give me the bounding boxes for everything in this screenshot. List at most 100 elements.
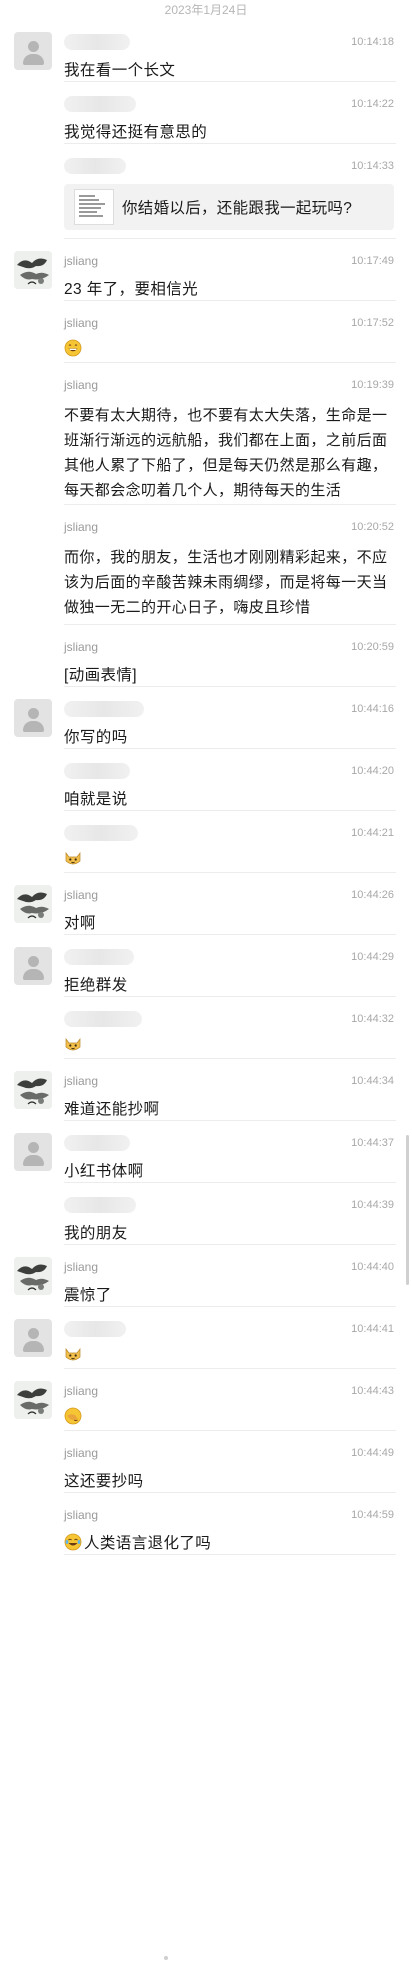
message-row[interactable]: jsliang 10:44:59 人类语言退化了吗 (0, 1493, 412, 1555)
avatar[interactable] (14, 1257, 52, 1295)
message-row[interactable]: jsliang 10:44:43 (0, 1369, 412, 1431)
message-row[interactable]: jsliang 10:44:40 震惊了 (0, 1245, 412, 1307)
avatar[interactable] (14, 1071, 52, 1109)
timestamp: 10:14:18 (351, 36, 394, 48)
avatar[interactable] (14, 32, 52, 70)
timestamp: 10:20:59 (351, 641, 394, 653)
sender-name: jsliang (64, 316, 99, 330)
cat-emoji-icon (64, 849, 82, 867)
person-silhouette-icon (28, 1328, 39, 1339)
timestamp: 10:44:41 (351, 1323, 394, 1335)
divider (64, 1554, 396, 1555)
message-header: 10:44:20 (64, 761, 394, 781)
timestamp: 10:14:22 (351, 98, 394, 110)
timestamp: 10:44:40 (351, 1261, 394, 1273)
timestamp: 10:44:37 (351, 1137, 394, 1149)
avatar[interactable] (14, 885, 52, 923)
avatar[interactable] (14, 1133, 52, 1171)
blurred-sender-name (64, 34, 130, 50)
sender-name: jsliang (64, 520, 99, 534)
date-header: 2023年1月24日 (164, 3, 248, 17)
message-content: 人类语言退化了吗 (64, 1525, 394, 1567)
message-row[interactable]: jsliang 10:44:26 对啊 (0, 873, 412, 935)
message-row[interactable]: 10:44:29 拒绝群发 (0, 935, 412, 997)
bottom-indicator (164, 1956, 168, 1960)
message-header: jsliang 10:44:59 (64, 1505, 394, 1525)
avatar[interactable] (14, 1319, 52, 1357)
message-header: jsliang 10:44:26 (64, 885, 394, 905)
avatar[interactable] (14, 947, 52, 985)
message-text: 不要有太大期待，也不要有太大失落，生命是一班渐行渐远的远航船，我们都在上面，之前… (64, 407, 388, 499)
sender-name: jsliang (64, 1260, 99, 1274)
message-row[interactable]: 10:14:33 你结婚以后，还能跟我一起玩吗? (0, 144, 412, 239)
blurred-sender-name (64, 825, 138, 841)
message-header: jsliang 10:20:52 (64, 517, 394, 537)
blurred-sender-name (64, 96, 136, 112)
timestamp: 10:44:20 (351, 765, 394, 777)
timestamp: 10:44:21 (351, 827, 394, 839)
message-header: 10:44:37 (64, 1133, 394, 1153)
person-silhouette-body (23, 1155, 44, 1166)
timestamp: 10:44:39 (351, 1199, 394, 1211)
shared-article-card[interactable]: 你结婚以后，还能跟我一起玩吗? (64, 184, 394, 230)
message-header: 10:14:22 (64, 94, 394, 114)
scrollbar[interactable] (406, 1135, 409, 1285)
message-header: 10:44:32 (64, 1009, 394, 1029)
sender-name: jsliang (64, 1384, 99, 1398)
sender-name: jsliang (64, 254, 99, 268)
avatar[interactable] (14, 1381, 52, 1419)
message-row[interactable]: 10:14:22 我觉得还挺有意思的 (0, 82, 412, 144)
timestamp: 10:44:29 (351, 951, 394, 963)
message-header: jsliang 10:44:40 (64, 1257, 394, 1277)
message-row[interactable]: 10:14:18 我在看一个长文 (0, 20, 412, 82)
message-row[interactable]: jsliang 10:44:49 这还要抄吗 (0, 1431, 412, 1493)
timestamp: 10:14:33 (351, 160, 394, 172)
facepalm-emoji-icon (64, 1407, 82, 1425)
article-title: 你结婚以后，还能跟我一起玩吗? (122, 200, 353, 217)
article-thumbnail (74, 189, 114, 225)
sender-name: jsliang (64, 888, 99, 902)
message-header: jsliang 10:20:59 (64, 637, 394, 657)
message-row[interactable]: 10:44:16 你写的吗 (0, 687, 412, 749)
message-row[interactable]: 10:44:41 (0, 1307, 412, 1369)
timestamp: 10:44:59 (351, 1509, 394, 1521)
timestamp: 10:44:34 (351, 1075, 394, 1087)
timestamp: 10:44:32 (351, 1013, 394, 1025)
timestamp: 10:44:16 (351, 703, 394, 715)
person-silhouette-body (23, 969, 44, 980)
sender-name: jsliang (64, 1074, 99, 1088)
avatar[interactable] (14, 251, 52, 289)
message-header: 10:44:29 (64, 947, 394, 967)
message-row[interactable]: 10:44:20 咱就是说 (0, 749, 412, 811)
blurred-sender-name (64, 1321, 126, 1337)
blurred-sender-name (64, 763, 130, 779)
message-row[interactable]: jsliang 10:17:49 23 年了，要相信光 (0, 239, 412, 301)
message-row[interactable]: 10:44:39 我的朋友 (0, 1183, 412, 1245)
message-row[interactable]: jsliang 10:17:52 (0, 301, 412, 363)
joy-emoji-icon (64, 1533, 82, 1551)
message-row[interactable]: jsliang 10:20:52 而你，我的朋友，生活也才刚刚精彩起来，不应该为后面… (0, 505, 412, 625)
grin-emoji-icon (64, 339, 82, 357)
message-header: jsliang 10:44:34 (64, 1071, 394, 1091)
message-row[interactable]: 10:44:37 小红书体啊 (0, 1121, 412, 1183)
message-row[interactable]: jsliang 10:44:34 难道还能抄啊 (0, 1059, 412, 1121)
message-header: 10:44:21 (64, 823, 394, 843)
message-header: jsliang 10:44:49 (64, 1443, 394, 1463)
sender-name: jsliang (64, 1446, 99, 1460)
timestamp: 10:44:43 (351, 1385, 394, 1397)
avatar[interactable] (14, 699, 52, 737)
message-header: jsliang 10:44:43 (64, 1381, 394, 1401)
message-row[interactable]: jsliang 10:20:59 [动画表情] (0, 625, 412, 687)
timestamp: 10:17:49 (351, 255, 394, 267)
person-silhouette-icon (28, 708, 39, 719)
chat-list[interactable]: 10:14:18 我在看一个长文 10:14:22 我觉得还挺有意思的 10:14:33… (0, 20, 412, 1555)
message-row[interactable]: jsliang 10:19:39 不要有太大期待，也不要有太大失落，生命是一班渐行渐… (0, 363, 412, 505)
blurred-sender-name (64, 1197, 136, 1213)
message-row[interactable]: 10:44:32 (0, 997, 412, 1059)
message-text: 人类语言退化了吗 (84, 1535, 212, 1552)
message-row[interactable]: 10:44:21 (0, 811, 412, 873)
message-header: 10:44:39 (64, 1195, 394, 1215)
timestamp: 10:44:49 (351, 1447, 394, 1459)
blurred-sender-name (64, 1011, 142, 1027)
person-silhouette-icon (28, 1142, 39, 1153)
